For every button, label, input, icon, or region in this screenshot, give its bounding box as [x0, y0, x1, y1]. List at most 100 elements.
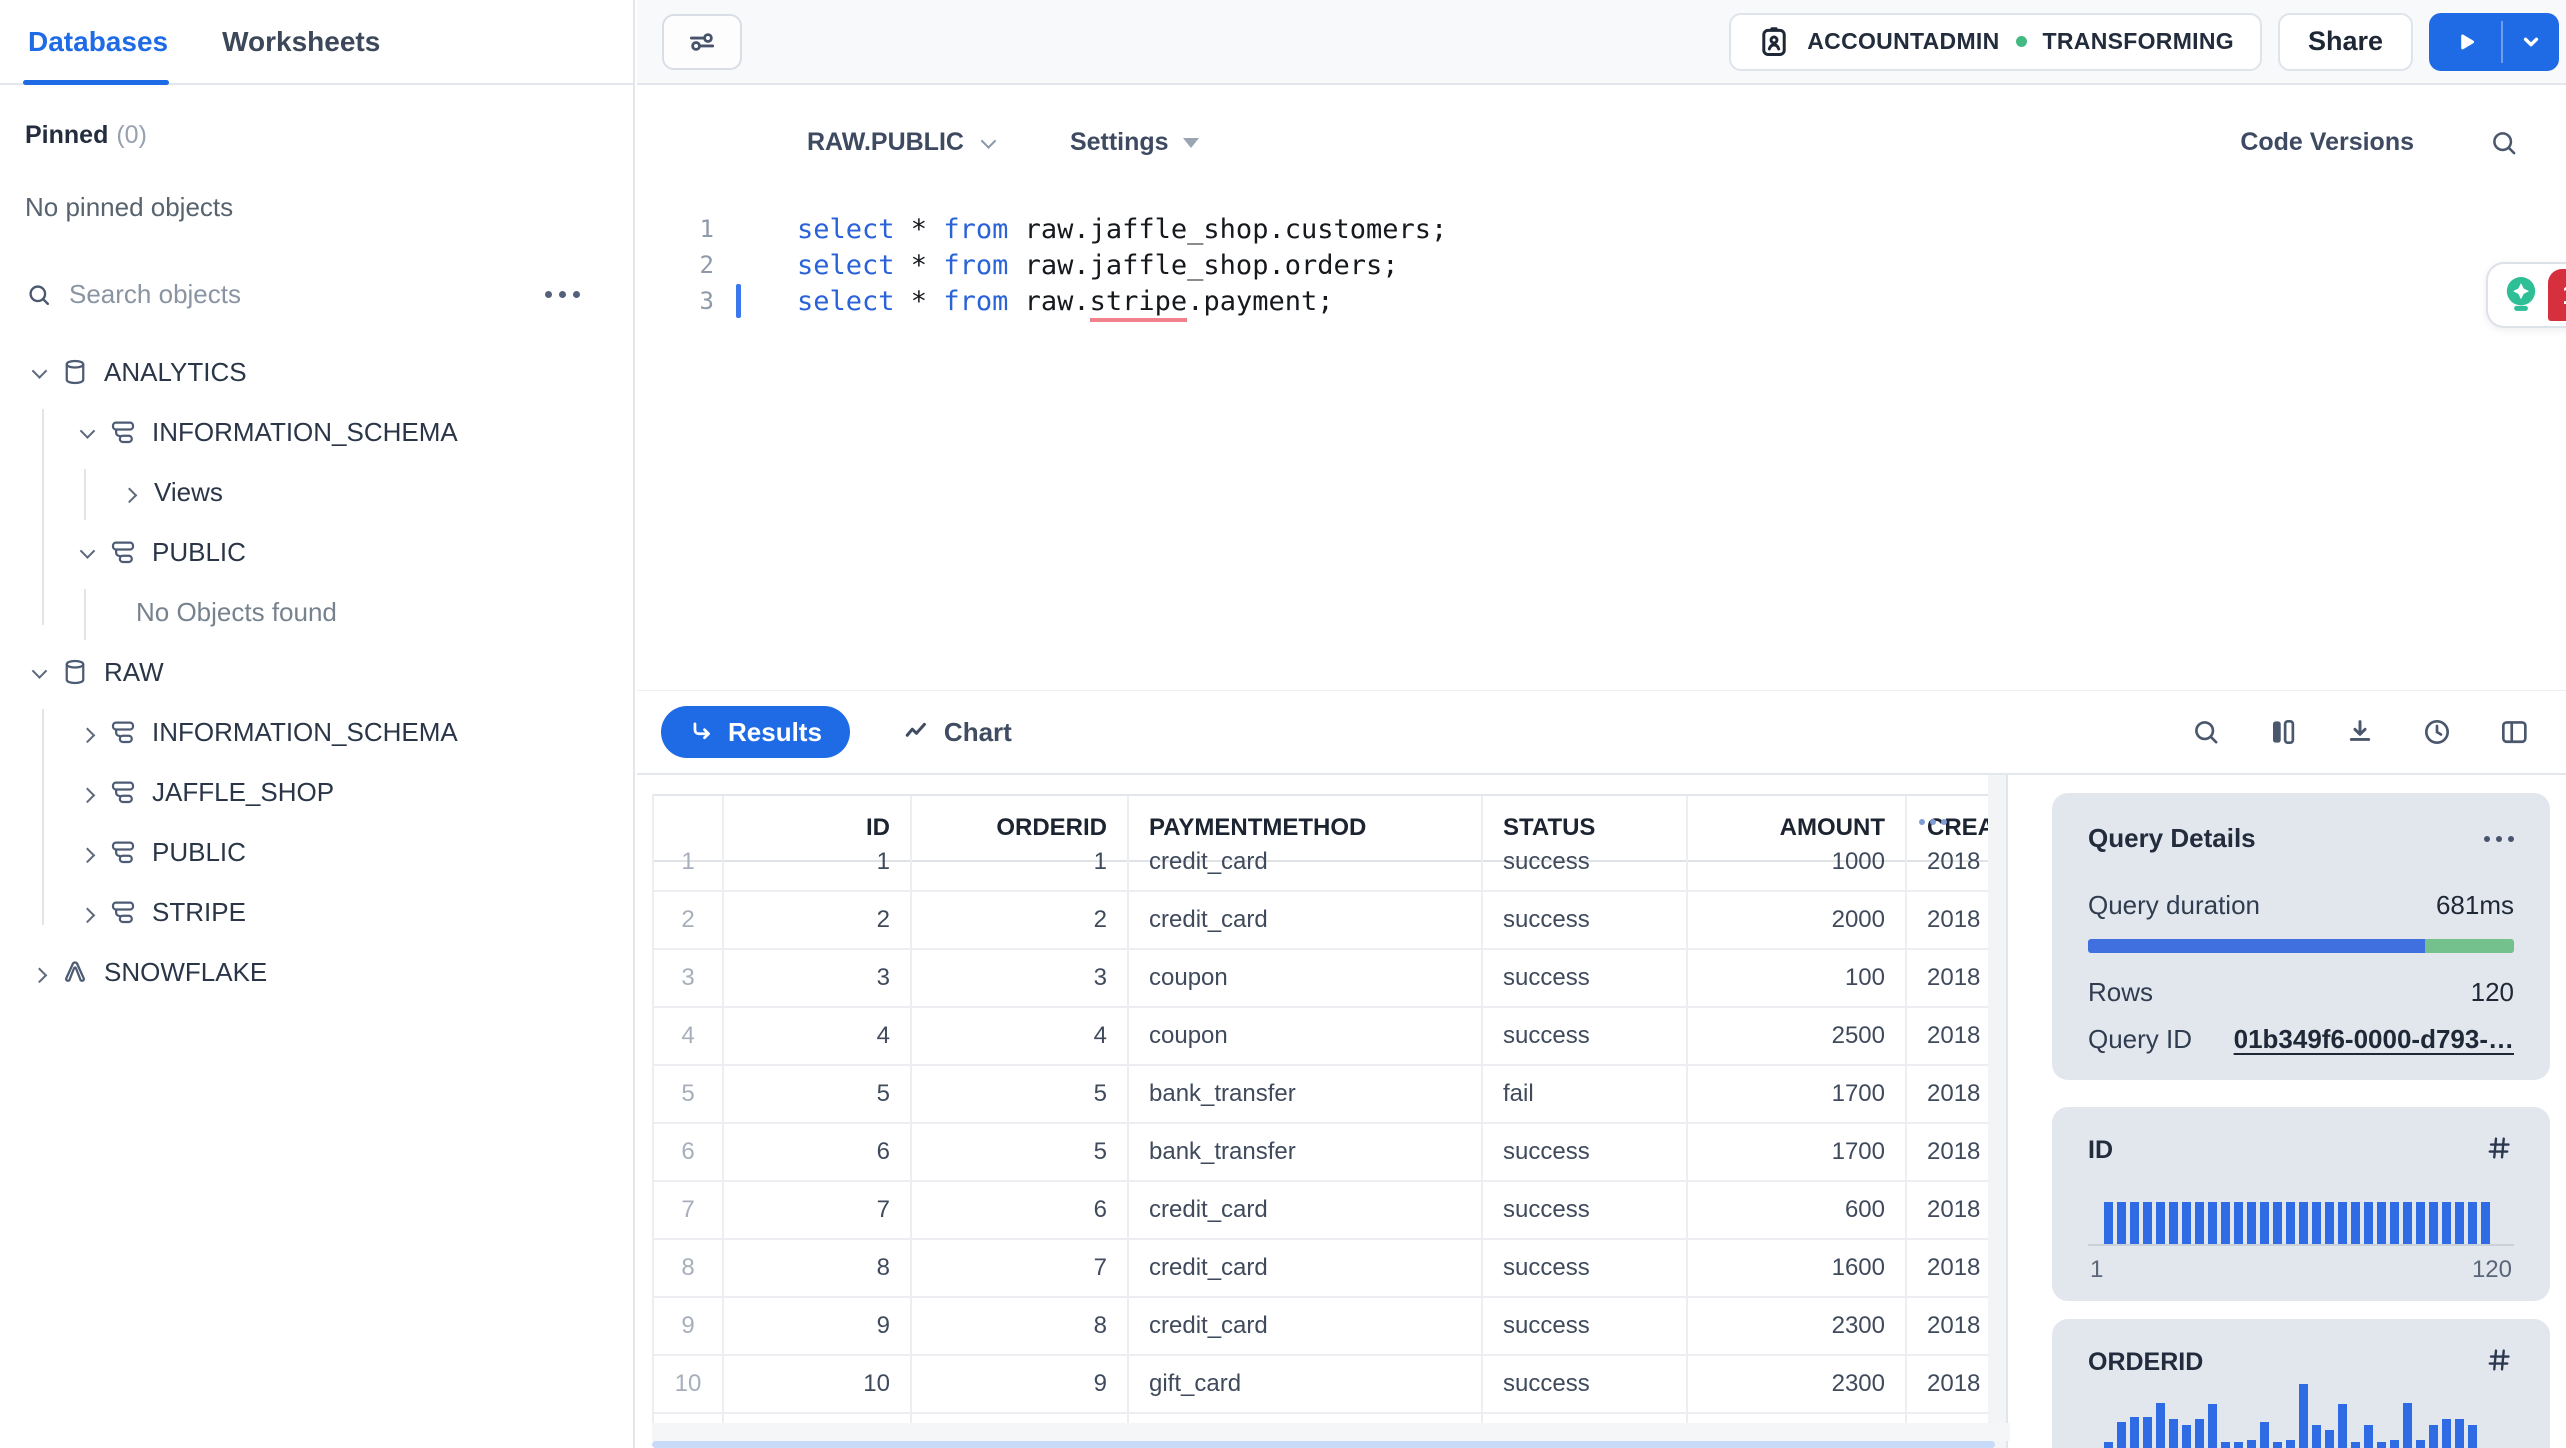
- table-cell: 3: [912, 950, 1129, 1006]
- row-number-cell: 3: [654, 950, 724, 1006]
- table-row[interactable]: 1 1 1 credit_card success 1000 2018: [652, 834, 1988, 892]
- panel-icon[interactable]: [2498, 716, 2530, 748]
- table-cell: 1700: [1688, 1124, 1907, 1180]
- table-row[interactable]: 4 4 4 coupon success 2500 2018: [652, 1008, 1988, 1066]
- table-cell: success: [1483, 834, 1688, 890]
- table-row[interactable]: 6 6 5 bank_transfer success 1700 2018: [652, 1124, 1988, 1182]
- tab-worksheets[interactable]: Worksheets: [222, 26, 380, 58]
- search-icon[interactable]: [2190, 716, 2222, 748]
- table-body: 1 1 1 credit_card success 1000 2018 2 2 2 credit_c…: [652, 834, 1988, 1423]
- histogram-bar: [2182, 1425, 2191, 1448]
- table-cell: credit_card: [1129, 1240, 1483, 1296]
- tree-item-views[interactable]: Views: [0, 462, 633, 522]
- table-row[interactable]: 9 9 8 credit_card success 2300 2018: [652, 1298, 1988, 1356]
- tree-item-stripe[interactable]: STRIPE: [0, 882, 633, 942]
- filters-button[interactable]: [662, 13, 742, 70]
- table-cell: 2018: [1907, 1124, 1988, 1180]
- run-button[interactable]: [2429, 13, 2501, 71]
- row-number-cell: 10: [654, 1356, 724, 1412]
- column-stats-card-orderid[interactable]: ORDERID: [2052, 1319, 2550, 1448]
- tab-databases[interactable]: Databases: [28, 26, 168, 58]
- session-context-button[interactable]: ACCOUNTADMIN TRANSFORMING: [1729, 12, 2262, 71]
- table-row[interactable]: 10 10 9 gift_card success 2300 2018: [652, 1356, 1988, 1414]
- histogram-bar: [2286, 1440, 2295, 1448]
- tree-item-analytics[interactable]: ANALYTICS: [0, 342, 633, 402]
- main-area: ACCOUNTADMIN TRANSFORMING Share RAW.PUBL…: [637, 0, 2566, 1448]
- columns-icon[interactable]: [2267, 716, 2299, 748]
- row-number-cell: 5: [654, 1066, 724, 1122]
- copilot-suggestion-widget[interactable]: 1: [2486, 262, 2566, 328]
- table-cell: 2018: [1907, 1008, 1988, 1064]
- histogram-bar: [2338, 1404, 2347, 1448]
- row-number-cell: [654, 1414, 724, 1423]
- tree-item-raw[interactable]: RAW: [0, 642, 633, 702]
- tree-item-label: STRIPE: [152, 896, 246, 927]
- duration-progress-bar: [2088, 939, 2514, 953]
- column-menu-icon[interactable]: [1919, 819, 1947, 825]
- table-cell: credit_card: [1129, 892, 1483, 948]
- chevron-down-icon: [28, 662, 50, 679]
- table-cell: 2: [724, 892, 912, 948]
- tree-item-information-schema[interactable]: INFORMATION_SCHEMA: [0, 402, 633, 462]
- code-line[interactable]: 3 select * from raw.stripe.payment;: [637, 283, 2566, 322]
- more-options-icon[interactable]: [545, 291, 580, 298]
- table-cell: 10: [724, 1356, 912, 1412]
- column-stats-card-id[interactable]: ID 1 120: [2052, 1107, 2550, 1301]
- table-cell: coupon: [1129, 950, 1483, 1006]
- histogram-bar: [2104, 1442, 2113, 1448]
- object-search[interactable]: Search objects: [25, 279, 608, 310]
- table-cell: success: [1483, 1008, 1688, 1064]
- vertical-scrollbar[interactable]: [1988, 775, 2008, 1448]
- horizontal-scrollbar[interactable]: [652, 1441, 1995, 1448]
- chevron-down-icon: [76, 542, 98, 559]
- tree-item-snowflake[interactable]: SNOWFLAKE: [0, 942, 633, 1002]
- tree-item-information-schema[interactable]: INFORMATION_SCHEMA: [0, 702, 633, 762]
- tab-chart[interactable]: Chart: [902, 717, 1012, 748]
- tab-results[interactable]: Results: [661, 706, 850, 758]
- code-versions-button[interactable]: Code Versions: [2240, 128, 2414, 157]
- table-cell: 9: [724, 1298, 912, 1354]
- table-row[interactable]: 7 7 6 credit_card success 600 2018: [652, 1182, 1988, 1240]
- histogram-bar: [2364, 1202, 2373, 1244]
- code-line[interactable]: 2 select * from raw.jaffle_shop.orders;: [637, 247, 2566, 283]
- tree-item-label: ANALYTICS: [104, 356, 247, 387]
- editor-search-icon[interactable]: [2488, 127, 2520, 159]
- histogram-bar: [2247, 1440, 2256, 1448]
- settings-dropdown[interactable]: Settings: [1070, 128, 1199, 157]
- run-options-button[interactable]: [2503, 13, 2559, 71]
- table-row[interactable]: [652, 1414, 1988, 1423]
- table-cell: 1: [724, 834, 912, 890]
- table-row[interactable]: 8 8 7 credit_card success 1600 2018: [652, 1240, 1988, 1298]
- sql-editor[interactable]: 1 select * from raw.jaffle_shop.customers…: [637, 200, 2566, 690]
- code-line[interactable]: 1 select * from raw.jaffle_shop.customers…: [637, 211, 2566, 247]
- histogram-bar: [2156, 1202, 2165, 1244]
- tree-item-public[interactable]: PUBLIC: [0, 522, 633, 582]
- tree-item-jaffle-shop[interactable]: JAFFLE_SHOP: [0, 762, 633, 822]
- table-row[interactable]: 3 3 3 coupon success 100 2018: [652, 950, 1988, 1008]
- share-button[interactable]: Share: [2277, 12, 2413, 71]
- history-icon[interactable]: [2421, 716, 2453, 748]
- query-details-menu-icon[interactable]: [2484, 835, 2514, 842]
- table-row[interactable]: 2 2 2 credit_card success 2000 2018: [652, 892, 1988, 950]
- duration-label: Query duration: [2088, 890, 2260, 920]
- duration-value: 681ms: [2435, 890, 2514, 920]
- table-row[interactable]: 5 5 5 bank_transfer fail 1700 2018: [652, 1066, 1988, 1124]
- line-number: 3: [699, 287, 714, 315]
- histogram-bar: [2416, 1440, 2425, 1448]
- column-card-title: ORDERID: [2088, 1348, 2204, 1376]
- histogram-bar: [2208, 1202, 2217, 1244]
- row-number-cell: 8: [654, 1240, 724, 1296]
- chevron-right-icon: [76, 847, 98, 863]
- column-card-title: ID: [2088, 1136, 2113, 1164]
- tree-item-public[interactable]: PUBLIC: [0, 822, 633, 882]
- query-id-link[interactable]: 01b349f6-0000-d793-…: [2234, 1024, 2514, 1055]
- histogram-bar: [2390, 1440, 2399, 1448]
- histogram-bar: [2403, 1202, 2412, 1244]
- number-column-icon: [2484, 1345, 2514, 1380]
- database-context-selector[interactable]: RAW.PUBLIC: [807, 128, 1000, 157]
- query-details-title: Query Details: [2088, 823, 2256, 853]
- active-tab-underline: [23, 80, 169, 85]
- histogram-bar: [2299, 1384, 2308, 1448]
- download-icon[interactable]: [2344, 716, 2376, 748]
- rows-label: Rows: [2088, 977, 2154, 1007]
